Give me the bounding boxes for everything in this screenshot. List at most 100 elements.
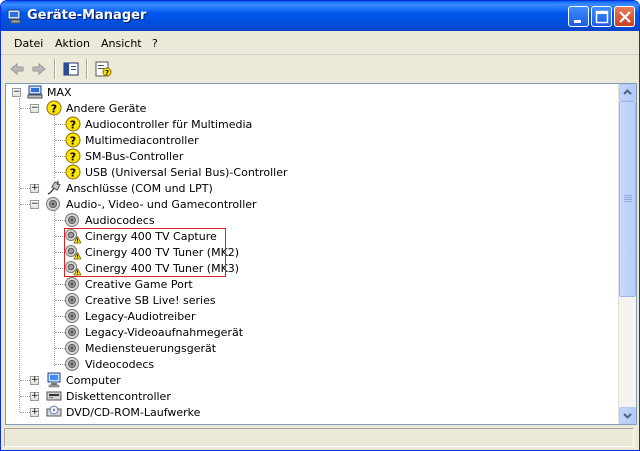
- device-tree[interactable]: − MAX − Andere Geräte Audiocontroller fü…: [5, 83, 637, 425]
- collapse-toggle[interactable]: −: [30, 104, 39, 113]
- tree-connector: [55, 156, 65, 157]
- menu-bar: Datei Aktion Ansicht ?: [1, 32, 639, 55]
- maximize-button[interactable]: [591, 6, 612, 27]
- device-manager-icon: [7, 9, 21, 24]
- port-plug-icon: [47, 181, 61, 195]
- chevron-up-icon: [623, 89, 632, 95]
- tree-node-audio-video[interactable]: − Audio-, Video- und Gamecontroller: [6, 196, 606, 212]
- tree-label: Diskettencontroller: [66, 390, 171, 403]
- forward-arrow-icon[interactable]: [29, 59, 49, 79]
- tree-connector: [55, 140, 65, 141]
- toolbar-separator: [86, 59, 88, 79]
- computer-icon: [47, 372, 61, 388]
- tree-label: Anschlüsse (COM und LPT): [66, 182, 213, 195]
- vertical-scrollbar[interactable]: [618, 84, 636, 424]
- minimize-icon: [574, 20, 581, 23]
- menu-ansicht[interactable]: Ansicht: [101, 37, 142, 50]
- tree-item[interactable]: Creative SB Live! series: [6, 292, 606, 308]
- tree-label: Multimediacontroller: [85, 134, 199, 147]
- tree-item[interactable]: Videocodecs: [6, 356, 606, 372]
- tree-label: Audiocontroller für Multimedia: [85, 118, 253, 131]
- tree-connector: [55, 316, 65, 317]
- close-icon: [619, 11, 631, 23]
- tree-label: Computer: [66, 374, 121, 387]
- tree-label: SM-Bus-Controller: [85, 150, 184, 163]
- status-bar: [1, 425, 639, 450]
- tree-connector: [55, 300, 65, 301]
- tree-node-ports[interactable]: + Anschlüsse (COM und LPT): [6, 180, 606, 196]
- tree-connector: [55, 172, 65, 173]
- tree-label: Creative Game Port: [85, 278, 193, 291]
- tree-label: Videocodecs: [85, 358, 155, 371]
- speaker-icon: [65, 292, 81, 308]
- highlight-box: [64, 228, 226, 277]
- tree-node-computer[interactable]: + Computer: [6, 372, 606, 388]
- tree-item[interactable]: USB (Universal Serial Bus)-Controller: [6, 164, 606, 180]
- tree-connector: [55, 332, 65, 333]
- tree-connector: [20, 108, 30, 109]
- tree-item[interactable]: Mediensteuerungsgerät: [6, 340, 606, 356]
- tree-label: Legacy-Audiotreiber: [85, 310, 196, 323]
- tree-connector: [20, 396, 30, 397]
- collapse-toggle[interactable]: −: [12, 88, 21, 97]
- unknown-device-icon: [65, 148, 81, 164]
- back-arrow-icon[interactable]: [7, 59, 27, 79]
- properties-icon[interactable]: ?: [93, 59, 113, 79]
- tree-label: Legacy-Videoaufnahmegerät: [85, 326, 244, 339]
- unknown-device-icon: [65, 116, 81, 132]
- unknown-device-icon: [65, 164, 81, 180]
- cd-drive-icon: [46, 405, 62, 417]
- title-bar[interactable]: Geräte-Manager: [1, 1, 639, 31]
- tree-label: Audio-, Video- und Gamecontroller: [66, 198, 257, 211]
- tree-connector: [20, 412, 30, 413]
- tree-connector: [55, 220, 65, 221]
- expand-toggle[interactable]: +: [30, 408, 39, 417]
- minimize-button[interactable]: [568, 6, 589, 27]
- expand-toggle[interactable]: +: [30, 376, 39, 385]
- tree-label: DVD/CD-ROM-Laufwerke: [66, 406, 201, 419]
- expand-toggle[interactable]: +: [30, 184, 39, 193]
- tree-node-root[interactable]: − MAX: [6, 84, 606, 100]
- tree-item[interactable]: Audiocodecs: [6, 212, 606, 228]
- tree-node-dvd-drives[interactable]: + DVD/CD-ROM-Laufwerke: [6, 404, 606, 420]
- tree-connector: [20, 380, 30, 381]
- expand-toggle[interactable]: +: [30, 392, 39, 401]
- floppy-controller-icon: [46, 391, 62, 401]
- menu-help[interactable]: ?: [152, 37, 158, 50]
- scroll-up-button[interactable]: [619, 84, 636, 101]
- speaker-icon: [65, 276, 81, 292]
- tree-connector: [55, 284, 65, 285]
- tree-connector: [55, 364, 65, 365]
- tree-connector: [55, 124, 65, 125]
- tree-item[interactable]: Creative Game Port: [6, 276, 606, 292]
- speaker-icon: [65, 324, 81, 340]
- toolbar-separator: [54, 59, 56, 79]
- tree-node-other-devices[interactable]: − Andere Geräte: [6, 100, 606, 116]
- computer-icon: [27, 85, 43, 99]
- speaker-icon: [65, 340, 81, 356]
- scroll-down-button[interactable]: [619, 407, 636, 424]
- tree-item[interactable]: SM-Bus-Controller: [6, 148, 606, 164]
- show-hide-console-tree-icon[interactable]: [61, 59, 81, 79]
- tree-node-floppy-controller[interactable]: + Diskettencontroller: [6, 388, 606, 404]
- tree-item[interactable]: Multimediacontroller: [6, 132, 606, 148]
- scroll-thumb[interactable]: [619, 101, 636, 297]
- tree-label: Mediensteuerungsgerät: [85, 342, 217, 355]
- tree-label: MAX: [47, 86, 72, 99]
- status-pane: [4, 428, 634, 447]
- close-button[interactable]: [614, 6, 635, 27]
- tree-item[interactable]: Audiocontroller für Multimedia: [6, 116, 606, 132]
- tree-connector: [55, 348, 65, 349]
- speaker-icon: [46, 196, 62, 212]
- chevron-down-icon: [623, 413, 632, 419]
- speaker-icon: [65, 308, 81, 324]
- menu-datei[interactable]: Datei: [14, 37, 43, 50]
- toolbar: ?: [1, 55, 639, 82]
- tree-item[interactable]: Legacy-Audiotreiber: [6, 308, 606, 324]
- collapse-toggle[interactable]: −: [30, 200, 39, 209]
- unknown-device-icon: [65, 132, 81, 148]
- menu-aktion[interactable]: Aktion: [55, 37, 90, 50]
- tree-item[interactable]: Legacy-Videoaufnahmegerät: [6, 324, 606, 340]
- svg-text:?: ?: [105, 69, 109, 77]
- device-manager-window: Geräte-Manager Datei Aktion Ansicht ? ? …: [0, 0, 640, 451]
